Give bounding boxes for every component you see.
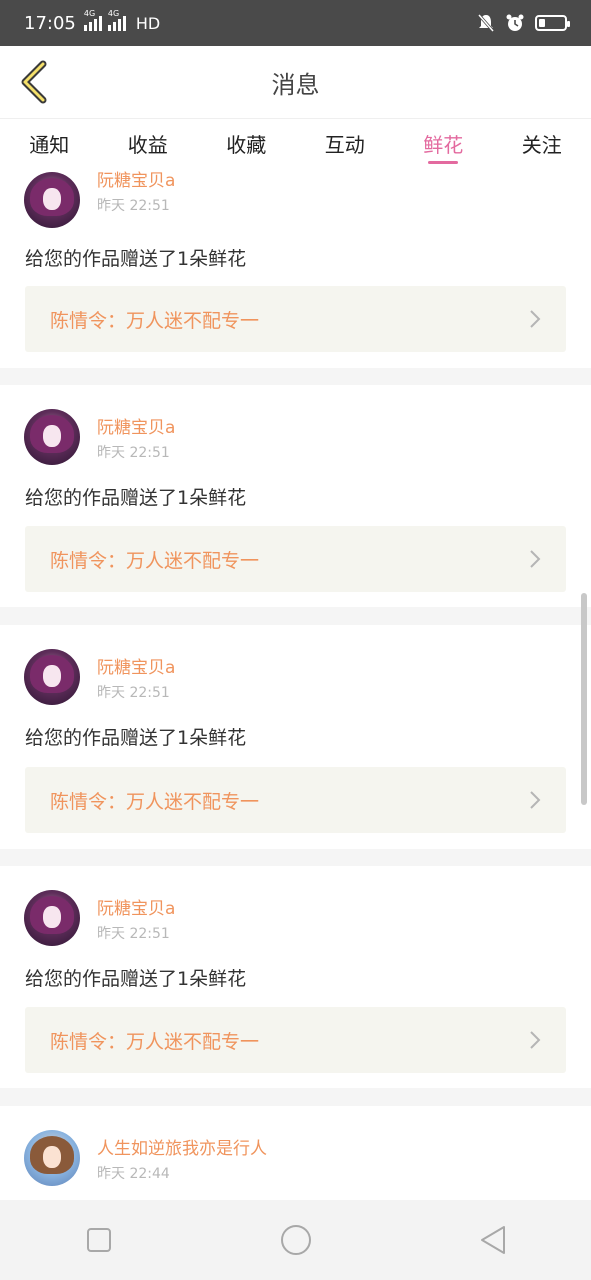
work-title: 陈情令：万人迷不配专一 [50, 1030, 260, 1053]
tab-flowers[interactable]: 鲜花 [394, 119, 493, 166]
user-info: 阮糖宝贝a 昨天 22:51 [97, 413, 175, 462]
mute-icon [477, 14, 495, 32]
chevron-left-icon [21, 60, 47, 104]
work-link[interactable]: 陈情令：万人迷不配专一 [25, 286, 566, 352]
list-item: 阮糖宝贝a 昨天 22:51 给您的作品赠送了1朵鲜花 陈情令：万人迷不配专一 [0, 385, 591, 607]
avatar[interactable] [24, 409, 80, 465]
user-info: 阮糖宝贝a 昨天 22:51 [97, 166, 175, 215]
message-list[interactable]: 阮糖宝贝a 昨天 22:51 给您的作品赠送了1朵鲜花 陈情令：万人迷不配专一 … [0, 166, 591, 1200]
list-item-head: 阮糖宝贝a 昨天 22:51 [24, 890, 175, 946]
list-item: 阮糖宝贝a 昨天 22:51 给您的作品赠送了1朵鲜花 陈情令：万人迷不配专一 [0, 625, 591, 849]
message-time: 昨天 22:51 [97, 684, 170, 701]
status-bar: 17:05 4G 4G HD [0, 0, 591, 46]
user-info: 人生如逆旅我亦是行人 昨天 22:44 [97, 1134, 267, 1183]
list-item-head: 阮糖宝贝a 昨天 22:51 [24, 649, 175, 705]
user-name[interactable]: 人生如逆旅我亦是行人 [97, 1134, 267, 1159]
scrollbar[interactable] [581, 593, 587, 805]
user-name[interactable]: 阮糖宝贝a [97, 653, 175, 678]
network-label-2: 4G [107, 9, 120, 18]
avatar[interactable] [24, 172, 80, 228]
avatar[interactable] [24, 890, 80, 946]
list-item: 阮糖宝贝a 昨天 22:51 给您的作品赠送了1朵鲜花 陈情令：万人迷不配专一 [0, 166, 591, 368]
tab-bar: 通知 收益 收藏 互动 鲜花 关注 [0, 118, 591, 166]
alarm-icon [506, 14, 524, 31]
triangle-back-icon [480, 1226, 505, 1254]
chevron-right-icon [530, 310, 541, 328]
list-item: 阮糖宝贝a 昨天 22:51 给您的作品赠送了1朵鲜花 陈情令：万人迷不配专一 [0, 866, 591, 1088]
message-time: 昨天 22:44 [97, 1165, 170, 1182]
network-label: 4G [83, 9, 96, 18]
back-button[interactable] [14, 60, 54, 104]
status-time: 17:05 [24, 12, 76, 34]
list-item-head: 人生如逆旅我亦是行人 昨天 22:44 [24, 1130, 267, 1186]
signal-icon: 4G [83, 9, 102, 31]
list-item-head: 阮糖宝贝a 昨天 22:51 [24, 409, 175, 465]
avatar[interactable] [24, 1130, 80, 1186]
list-item-head: 阮糖宝贝a 昨天 22:51 [24, 171, 175, 228]
signal-icon-2: 4G [107, 9, 126, 31]
tab-notice[interactable]: 通知 [0, 119, 99, 166]
action-text: 给您的作品赠送了1朵鲜花 [25, 727, 247, 749]
system-nav-bar [0, 1200, 591, 1280]
action-text: 给您的作品赠送了1朵鲜花 [25, 487, 247, 509]
tab-interaction[interactable]: 互动 [296, 119, 395, 166]
work-link[interactable]: 陈情令：万人迷不配专一 [25, 1007, 566, 1073]
recent-apps-button[interactable] [69, 1210, 129, 1270]
screen: 17:05 4G 4G HD 消息 通知 收益 收藏 互动 鲜花 关注 阮糖宝贝… [0, 0, 591, 1280]
message-time: 昨天 22:51 [97, 444, 170, 461]
user-info: 阮糖宝贝a 昨天 22:51 [97, 894, 175, 943]
message-time: 昨天 22:51 [97, 197, 170, 214]
tab-favorites[interactable]: 收藏 [197, 119, 296, 166]
app-header: 消息 [0, 46, 591, 118]
battery-icon [535, 15, 570, 31]
page-title: 消息 [271, 70, 320, 99]
tab-income[interactable]: 收益 [99, 119, 198, 166]
user-name[interactable]: 阮糖宝贝a [97, 413, 175, 438]
chevron-right-icon [530, 791, 541, 809]
system-back-button[interactable] [463, 1210, 523, 1270]
status-signals: 4G 4G HD [83, 9, 161, 33]
circle-icon [280, 1225, 311, 1255]
work-title: 陈情令：万人迷不配专一 [50, 309, 260, 332]
status-right [477, 13, 570, 33]
chevron-right-icon [530, 1031, 541, 1049]
user-name[interactable]: 阮糖宝贝a [97, 166, 175, 191]
action-text: 给您的作品赠送了1朵鲜花 [25, 968, 247, 990]
list-item: 人生如逆旅我亦是行人 昨天 22:44 [0, 1106, 591, 1200]
work-link[interactable]: 陈情令：万人迷不配专一 [25, 767, 566, 833]
work-title: 陈情令：万人迷不配专一 [50, 790, 260, 813]
home-button[interactable] [266, 1210, 326, 1270]
work-link[interactable]: 陈情令：万人迷不配专一 [25, 526, 566, 592]
hd-label: HD [135, 13, 161, 33]
message-time: 昨天 22:51 [97, 925, 170, 942]
square-icon [86, 1228, 111, 1252]
avatar[interactable] [24, 649, 80, 705]
work-title: 陈情令：万人迷不配专一 [50, 549, 260, 572]
chevron-right-icon [530, 550, 541, 568]
action-text: 给您的作品赠送了1朵鲜花 [25, 248, 247, 270]
user-info: 阮糖宝贝a 昨天 22:51 [97, 653, 175, 702]
user-name[interactable]: 阮糖宝贝a [97, 894, 175, 919]
tab-follow[interactable]: 关注 [493, 119, 591, 166]
